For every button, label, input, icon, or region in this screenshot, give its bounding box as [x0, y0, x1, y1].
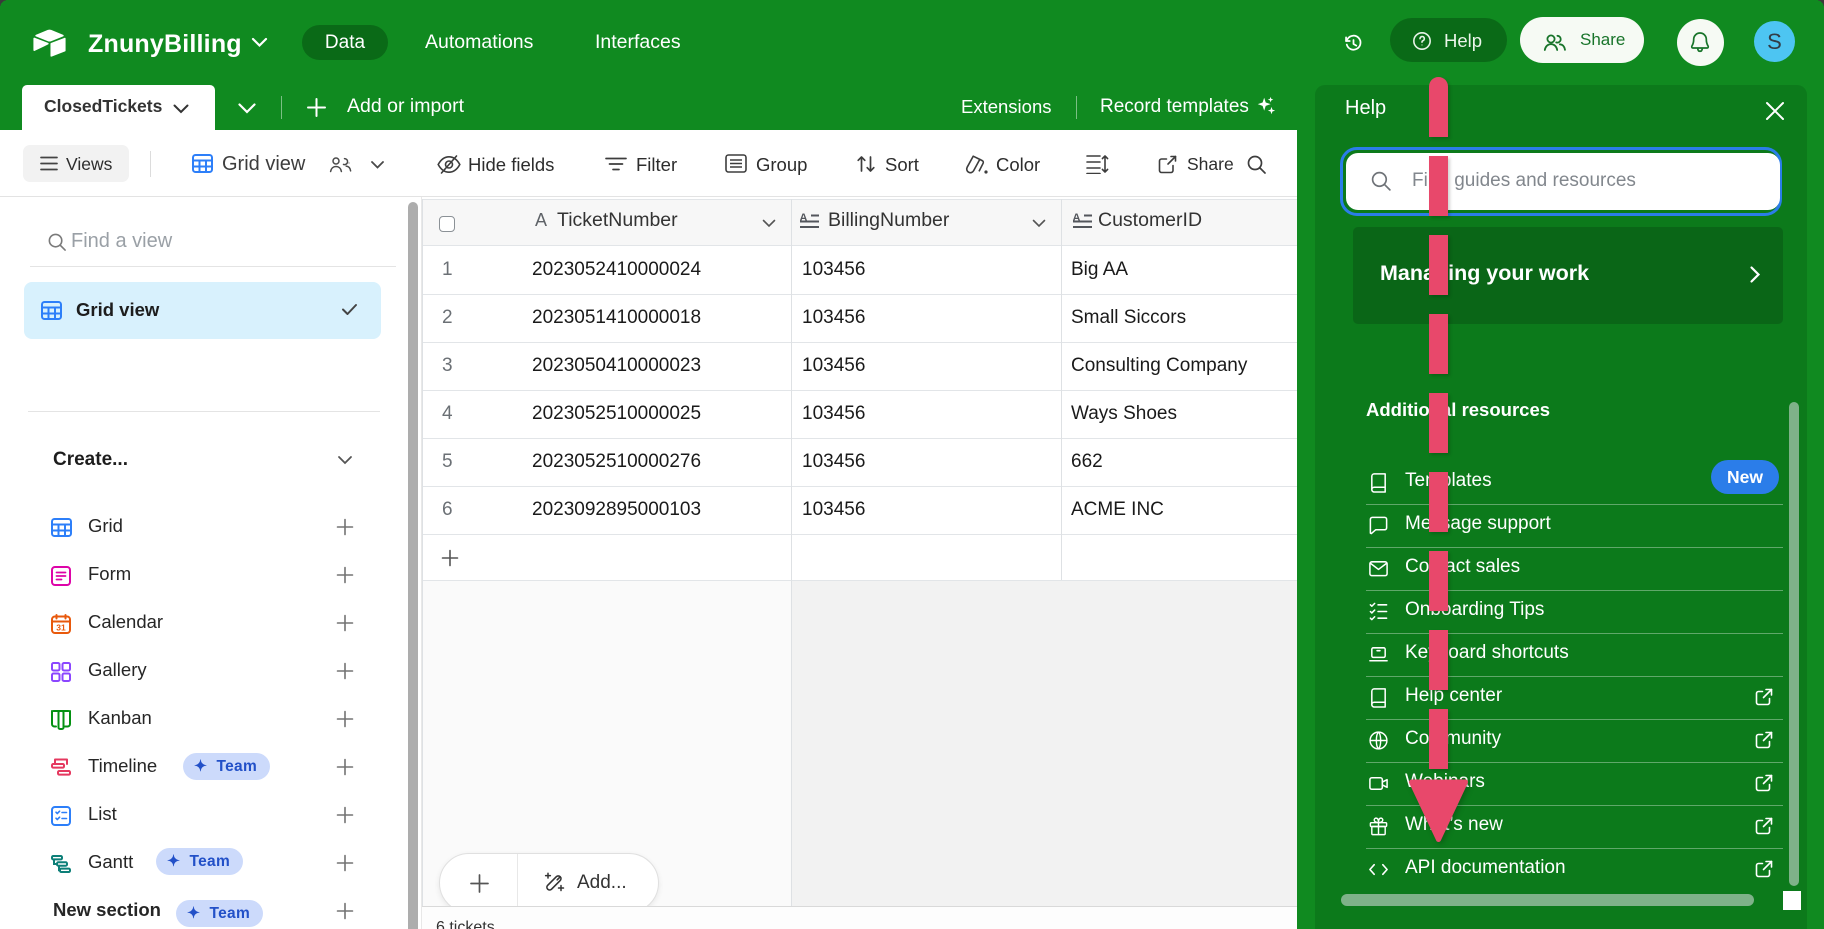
svg-text:31: 31 [56, 623, 66, 633]
